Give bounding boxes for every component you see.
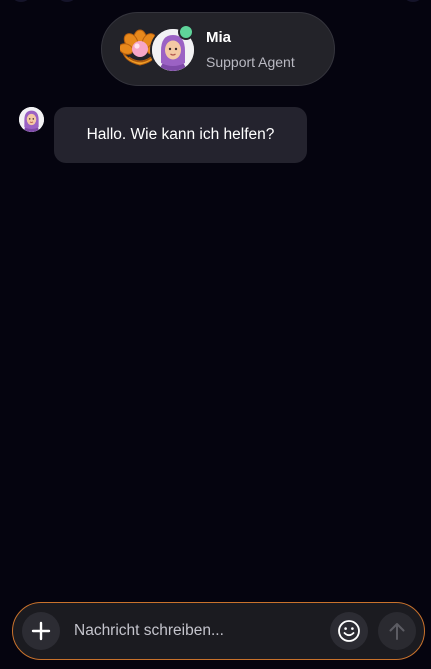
- online-status-dot: [178, 24, 194, 40]
- smiley-icon: [337, 619, 361, 643]
- message-composer: [12, 602, 425, 660]
- decorative-edge-dot: [404, 0, 422, 2]
- chat-screen: Mia Support Agent Hallo. Wie kann ich he…: [0, 0, 431, 669]
- message-input[interactable]: [74, 613, 322, 649]
- message-text: Hallo. Wie kann ich helfen?: [86, 126, 275, 143]
- agent-header[interactable]: Mia Support Agent: [101, 12, 335, 86]
- agent-avatar-group: [120, 24, 198, 74]
- decorative-edge-dot: [12, 0, 30, 2]
- plus-icon: [30, 620, 52, 642]
- agent-message-bubble: Hallo. Wie kann ich helfen?: [54, 107, 307, 163]
- decorative-edge-dot: [58, 0, 76, 2]
- add-attachment-button[interactable]: [22, 612, 60, 650]
- emoji-button[interactable]: [330, 612, 368, 650]
- agent-role: Support Agent: [206, 53, 295, 70]
- arrow-up-icon: [386, 620, 408, 642]
- send-button[interactable]: [378, 612, 416, 650]
- agent-info: Mia Support Agent: [206, 29, 295, 70]
- agent-name: Mia: [206, 28, 232, 46]
- message-avatar-icon: [19, 107, 44, 132]
